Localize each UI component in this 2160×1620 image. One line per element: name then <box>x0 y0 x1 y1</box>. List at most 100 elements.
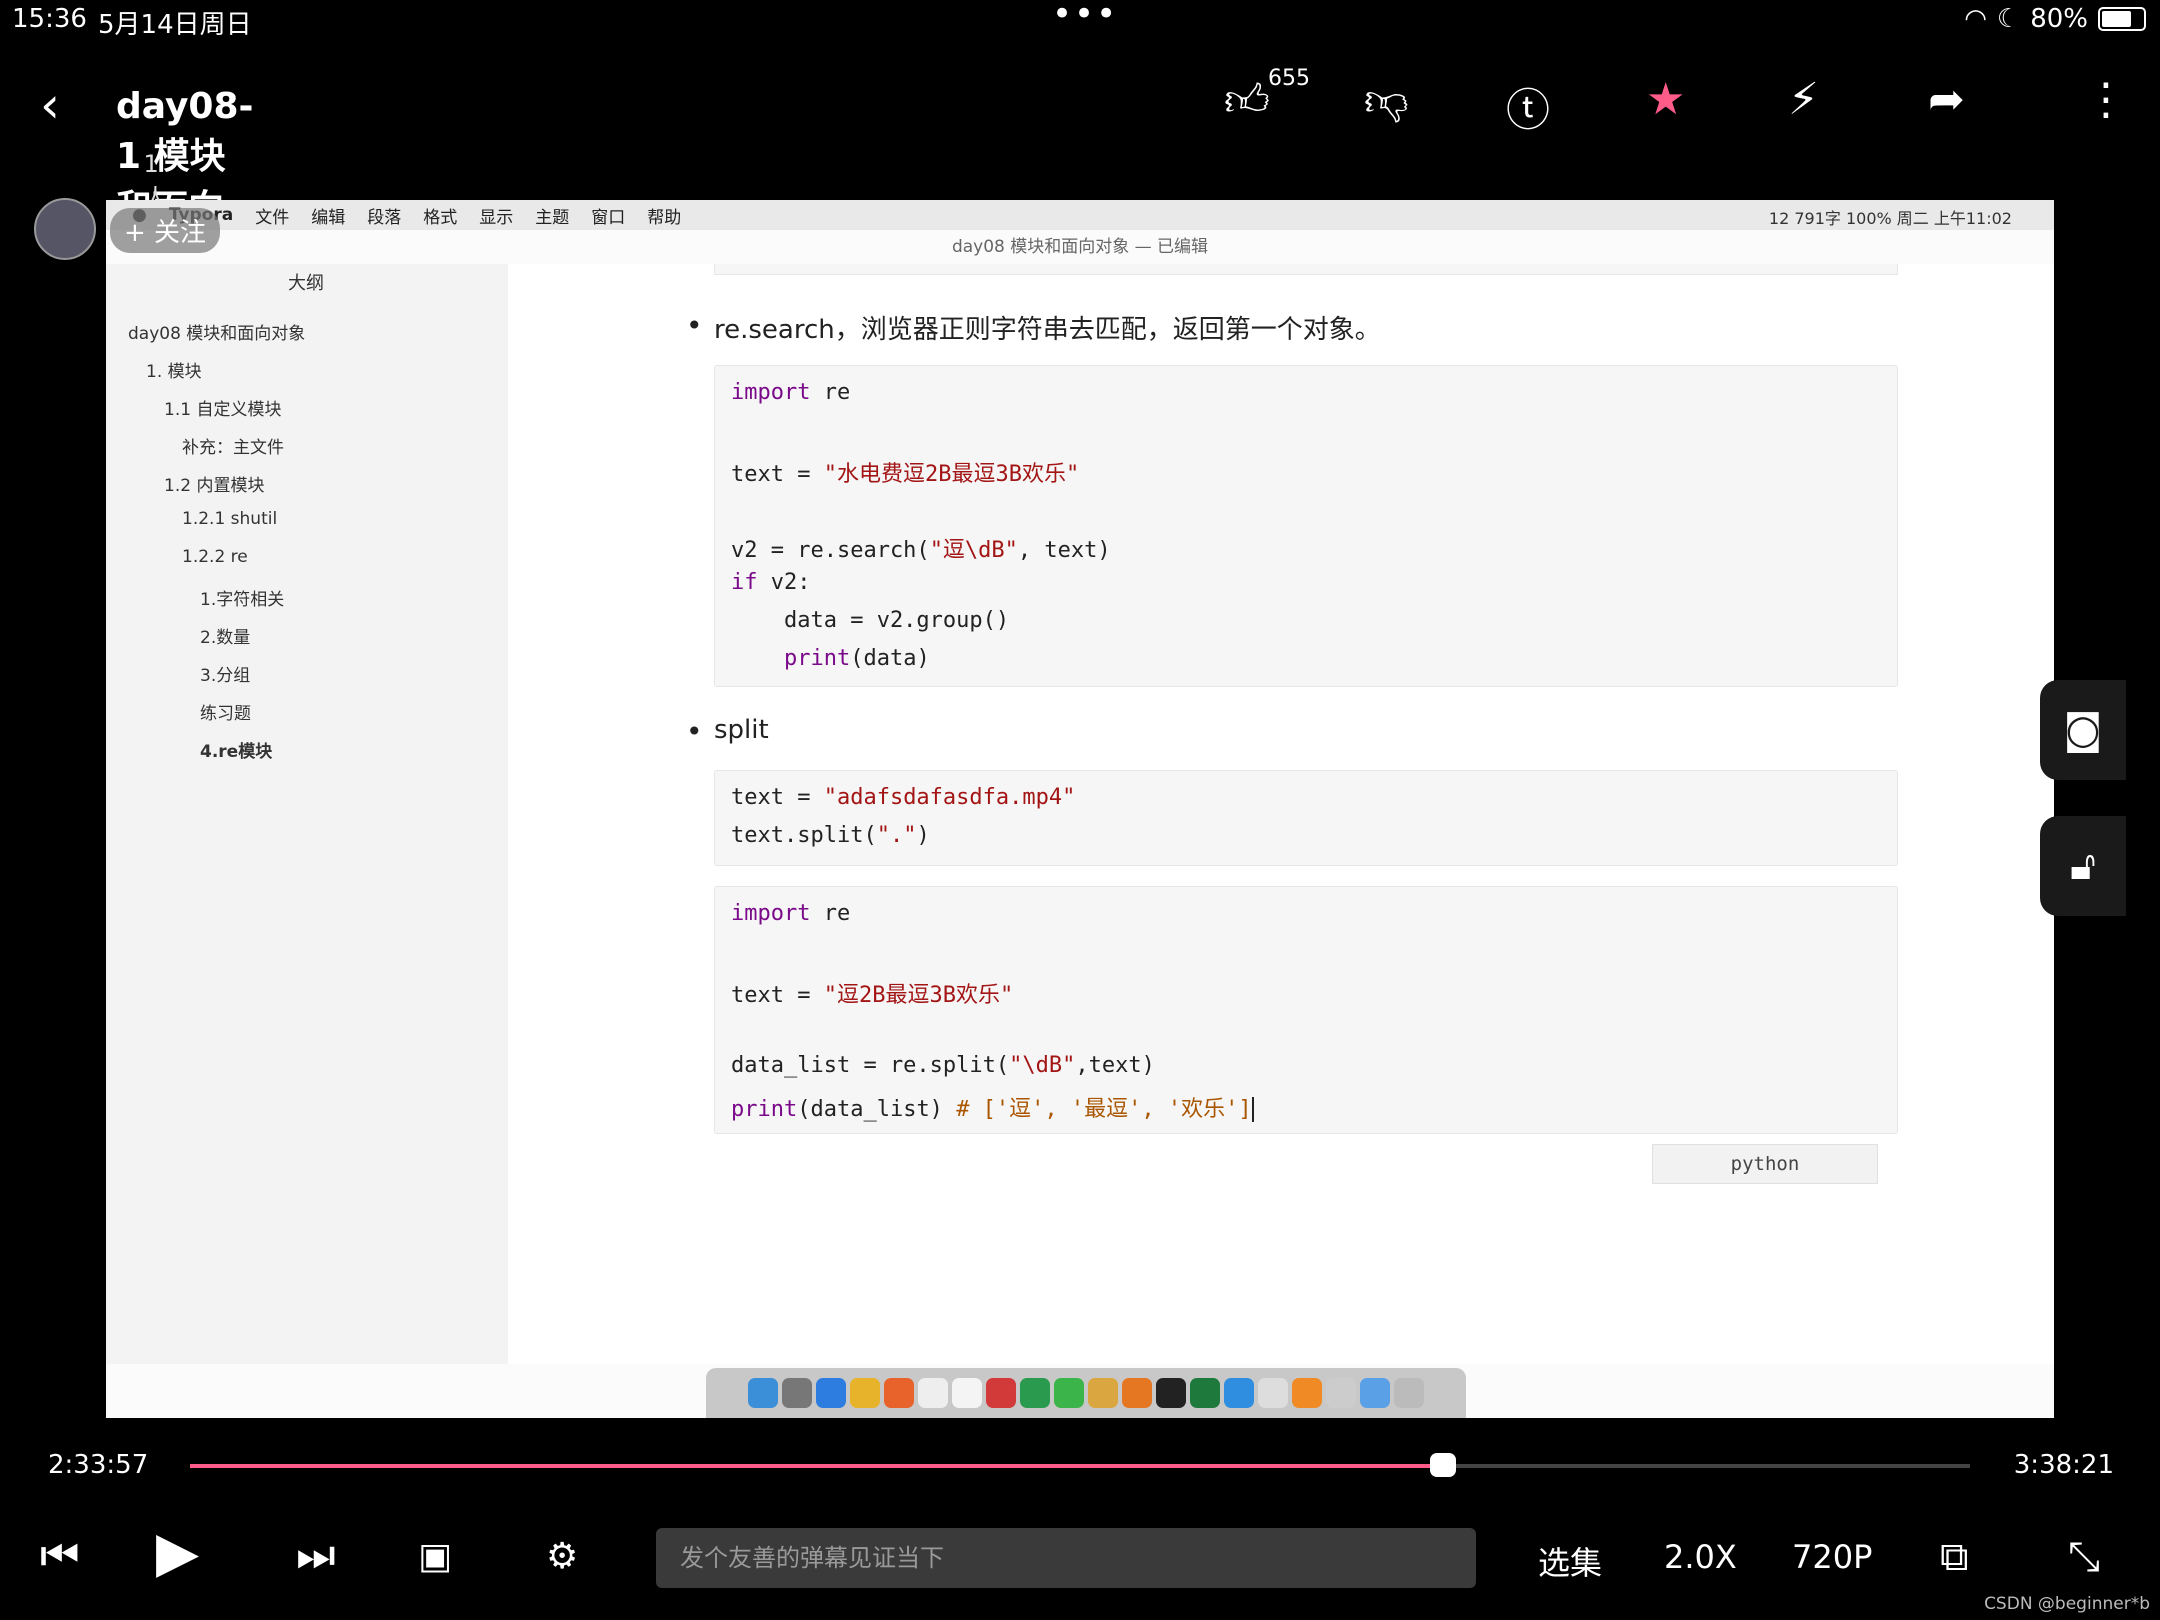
lock-button[interactable]: 🔓︎ <box>2040 816 2126 916</box>
like-count: 655 <box>1268 66 1310 91</box>
code-block-search[interactable]: import re text = "水电费逗2B最逗3B欢乐" v2 = re.… <box>714 365 1898 687</box>
outline-item[interactable]: 1.2.2 re <box>182 547 248 567</box>
code-language-label[interactable]: python <box>1652 1144 1878 1184</box>
terminal-icon <box>1156 1378 1186 1408</box>
code-text: data = v2.group() <box>731 608 1010 633</box>
code-text: , text) <box>1017 538 1111 563</box>
more-vertical-icon: ⋮ <box>2084 74 2128 125</box>
outline-sidebar: 大纲 day08 模块和面向对象 1. 模块 1.1 自定义模块 补充：主文件 1.2 … <box>106 264 508 1364</box>
code-keyword: print <box>731 1097 798 1122</box>
code-keyword: import <box>731 380 811 405</box>
chrome-icon <box>850 1378 880 1408</box>
picture-in-picture-icon: ⧉ <box>1940 1534 1969 1580</box>
code-text: text = <box>731 462 824 487</box>
share-arrow-icon: ➦ <box>1928 74 1965 125</box>
previous-button[interactable]: ⏮︎ <box>40 1530 80 1581</box>
quality-button[interactable]: 720P <box>1792 1538 1872 1576</box>
outline-item[interactable]: 2.数量 <box>200 623 250 648</box>
screenshot-button[interactable]: ◙ <box>2040 680 2126 780</box>
documents-icon <box>1326 1378 1356 1408</box>
speed-button[interactable]: 2.0X <box>1664 1538 1737 1576</box>
document-title: day08 模块和面向对象 — 已编辑 <box>951 237 1209 257</box>
keynote-icon <box>1088 1378 1118 1408</box>
code-string: "水电费逗2B最逗3B欢乐" <box>823 462 1080 487</box>
video-frame[interactable]: ● Typora 文件 编辑 段落 格式 显示 主题 窗口 帮助 12 791字… <box>106 200 2054 1418</box>
firefox-icon <box>884 1378 914 1408</box>
follow-button[interactable]: + 关注 <box>110 208 221 253</box>
code-text: (data_list) <box>797 1097 957 1122</box>
sublime-icon <box>1122 1378 1152 1408</box>
code-text: ) <box>916 823 930 848</box>
outline-item[interactable]: 4.re模块 <box>200 737 272 762</box>
charge-button[interactable]: ⚡︎ <box>1788 74 1819 125</box>
thumbs-up-icon: 👍︎ <box>1224 75 1270 126</box>
thumbs-down-icon: 👎︎ <box>1364 75 1409 126</box>
text-cursor: ​ <box>1251 1097 1254 1122</box>
dislike-button[interactable]: 👎︎ <box>1364 74 1409 127</box>
progress-bar[interactable] <box>190 1453 1970 1477</box>
outline-item[interactable]: 1.2.1 shutil <box>182 509 277 529</box>
outline-item[interactable]: day08 模块和面向对象 <box>128 319 305 344</box>
document-content: re.search，浏览器正则字符串去匹配，返回第一个对象。 import re… <box>508 264 2054 1364</box>
next-button[interactable]: ⏭︎ <box>296 1530 336 1581</box>
menu-file: 文件 <box>255 207 290 228</box>
appstore-icon <box>1224 1378 1254 1408</box>
menu-paragraph: 段落 <box>367 207 402 228</box>
outline-item[interactable]: 1.1 自定义模块 <box>164 395 281 420</box>
netease-music-icon <box>986 1378 1016 1408</box>
outline-item[interactable]: 1. 模块 <box>146 357 202 382</box>
launchpad-icon <box>782 1378 812 1408</box>
menu-view: 显示 <box>479 207 514 228</box>
outline-item[interactable]: 练习题 <box>200 699 251 724</box>
camera-icon: ◙ <box>2063 707 2103 753</box>
pip-button[interactable]: ⧉ <box>1940 1534 1969 1580</box>
coin-button[interactable]: ⓣ <box>1506 74 1550 138</box>
danmu-settings-icon: ⚙︎ <box>546 1536 579 1577</box>
code-text: v2 = re.search( <box>731 538 930 563</box>
like-button[interactable]: 👍︎ <box>1224 74 1270 127</box>
folder-icon <box>1360 1378 1390 1408</box>
bullet-split: split <box>686 715 769 748</box>
mac-status-right: 12 791字 100% 周二 上午11:02 <box>1768 209 2012 228</box>
finder-icon <box>748 1378 778 1408</box>
danmu-settings-button[interactable]: ⚙︎ <box>546 1536 578 1577</box>
share-button[interactable]: ➦ <box>1928 74 1965 125</box>
uploader-avatar[interactable] <box>34 198 96 260</box>
menu-edit: 编辑 <box>311 207 346 228</box>
typora-icon <box>918 1378 948 1408</box>
code-text: re <box>810 901 851 926</box>
menu-help: 帮助 <box>647 207 682 228</box>
code-text: data_list = re.split( <box>731 1053 1010 1078</box>
skip-previous-icon: ⏮︎ <box>40 1530 80 1581</box>
progress-handle[interactable] <box>1430 1453 1457 1477</box>
episodes-button[interactable]: 选集 <box>1538 1538 1602 1584</box>
outline-item[interactable]: 1.2 内置模块 <box>164 471 264 496</box>
battery-fill <box>2102 11 2131 27</box>
menu-format: 格式 <box>423 207 458 228</box>
outline-item[interactable]: 3.分组 <box>200 661 250 686</box>
multitask-dots[interactable]: ••• <box>1052 0 1118 34</box>
play-button[interactable]: ▶︎ <box>156 1520 199 1585</box>
more-button[interactable]: ⋮ <box>2084 74 2128 125</box>
back-button[interactable]: ‹ <box>40 80 80 130</box>
wifi-icon: ◠ <box>1964 4 1987 34</box>
danmu-input[interactable]: 发个友善的弹幕见证当下 <box>656 1528 1476 1588</box>
notes-icon <box>1258 1378 1288 1408</box>
code-block-split[interactable]: text = "adafsdafasdfa.mp4" text.split(".… <box>714 770 1898 866</box>
unlock-icon: 🔓︎ <box>2070 843 2096 889</box>
exit-fullscreen-button[interactable]: ⤡ <box>2068 1534 2100 1580</box>
bullet-research: re.search，浏览器正则字符串去匹配，返回第一个对象。 <box>686 309 1381 346</box>
favorite-button[interactable]: ★ <box>1646 74 1685 125</box>
danmu-toggle-button[interactable]: ▣ <box>418 1536 452 1577</box>
outline-item[interactable]: 补充：主文件 <box>182 433 284 458</box>
outline-item[interactable]: 1.字符相关 <box>200 585 284 610</box>
watermark: CSDN @beginner*b <box>1984 1594 2150 1614</box>
code-text: text.split( <box>731 823 877 848</box>
app-icon <box>1292 1378 1322 1408</box>
pycharm-icon <box>1020 1378 1050 1408</box>
code-keyword: if <box>731 570 758 595</box>
skip-next-icon: ⏭︎ <box>296 1530 336 1581</box>
code-block-re-split[interactable]: import re text = "逗2B最逗3B欢乐" data_list =… <box>714 886 1898 1134</box>
menu-theme: 主题 <box>535 207 570 228</box>
